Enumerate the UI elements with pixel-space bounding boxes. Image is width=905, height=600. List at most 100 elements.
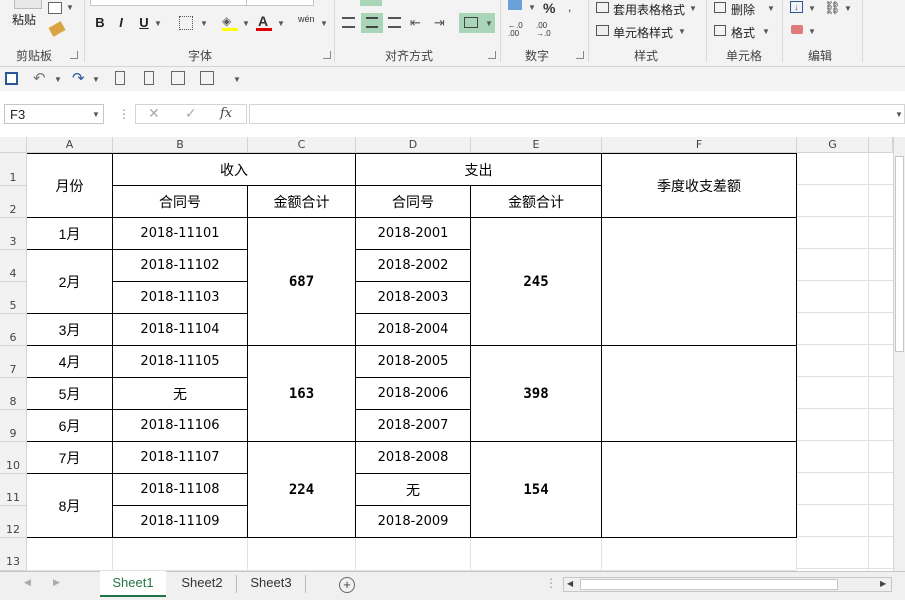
font-name-box[interactable] — [90, 0, 247, 6]
cell-e13[interactable] — [471, 538, 602, 571]
expense-contract-cell[interactable]: 2018-2007 — [356, 410, 471, 442]
clear-icon[interactable] — [791, 25, 803, 34]
row-header-10[interactable]: 10 — [0, 442, 27, 474]
underline-dropdown-icon[interactable]: ▼ — [154, 19, 162, 28]
row-header-11[interactable]: 11 — [0, 474, 27, 506]
italic-button[interactable]: I — [114, 14, 128, 32]
font-size-box[interactable] — [246, 0, 314, 6]
undo-icon[interactable]: ↶ — [33, 69, 46, 87]
alignment-launcher-icon[interactable] — [488, 51, 496, 59]
paste-button[interactable]: 粘贴 — [12, 11, 36, 28]
enter-icon[interactable]: ✓ — [185, 105, 197, 122]
name-box[interactable]: F3 — [4, 104, 104, 124]
expense-contract-cell[interactable]: 2018-2002 — [356, 250, 471, 282]
quarter-diff-header-cell[interactable]: 季度收支差额 — [602, 154, 797, 218]
expense-header-cell[interactable]: 支出 — [356, 154, 602, 186]
increase-indent-icon[interactable]: ⇥ — [434, 15, 445, 31]
column-header-e[interactable]: E — [471, 137, 602, 153]
quarter-diff-cell[interactable] — [602, 442, 797, 538]
redo-dropdown-icon[interactable]: ▼ — [92, 75, 100, 84]
row-header-4[interactable]: 4 — [0, 250, 27, 282]
cell-f13[interactable] — [602, 538, 797, 571]
cell-c13[interactable] — [248, 538, 356, 571]
cell-styles-dropdown-icon[interactable]: ▼ — [678, 27, 686, 36]
accounting-dropdown-icon[interactable]: ▼ — [528, 3, 536, 12]
print-preview-icon[interactable] — [171, 71, 185, 85]
add-sheet-icon[interactable]: + — [339, 577, 355, 593]
expand-formula-icon[interactable]: ▼ — [895, 110, 903, 119]
row-header-3[interactable]: 3 — [0, 218, 27, 250]
merge-dropdown-icon[interactable]: ▼ — [485, 19, 493, 28]
copy-dropdown-icon[interactable]: ▼ — [66, 3, 74, 12]
income-amount-header-cell[interactable]: 金额合计 — [248, 186, 356, 218]
month-header-cell[interactable]: 月份 — [27, 153, 113, 218]
increase-decimal-icon[interactable]: ←.0.00 — [508, 22, 523, 38]
row-header-8[interactable]: 8 — [0, 378, 27, 410]
row-header-2[interactable]: 2 — [0, 186, 27, 218]
cell-styles-icon[interactable] — [596, 25, 609, 36]
column-header-f[interactable]: F — [602, 137, 797, 153]
income-header-cell[interactable]: 收入 — [113, 154, 356, 186]
month-cell[interactable]: 8月 — [27, 474, 113, 538]
clipboard-launcher-icon[interactable] — [70, 51, 78, 59]
expense-amount-header-cell[interactable]: 金额合计 — [471, 186, 602, 218]
expense-total-cell[interactable]: 245 — [471, 218, 602, 346]
sort-descending-icon[interactable] — [144, 71, 154, 85]
undo-dropdown-icon[interactable]: ▼ — [54, 75, 62, 84]
font-color-icon[interactable]: A — [258, 13, 268, 29]
column-header-h[interactable] — [869, 137, 893, 153]
row-header-1[interactable]: 1 — [0, 153, 27, 186]
expense-contract-cell[interactable]: 2018-2001 — [356, 218, 471, 250]
quarter-diff-cell[interactable] — [602, 346, 797, 442]
cell-b13[interactable] — [113, 538, 248, 571]
income-contract-cell[interactable]: 2018-11107 — [113, 442, 248, 474]
border-dropdown-icon[interactable]: ▼ — [200, 19, 208, 28]
income-contract-cell[interactable]: 2018-11101 — [113, 218, 248, 250]
font-color-dropdown-icon[interactable]: ▼ — [277, 19, 285, 28]
select-all-corner[interactable] — [0, 137, 27, 153]
month-cell[interactable]: 1月 — [27, 218, 113, 250]
delete-button[interactable]: 删除 — [731, 1, 755, 18]
number-launcher-icon[interactable] — [576, 51, 584, 59]
cell-styles-button[interactable]: 单元格样式 — [613, 24, 673, 41]
expense-contract-cell[interactable]: 无 — [356, 474, 471, 506]
phonetic-dropdown-icon[interactable]: ▼ — [320, 19, 328, 28]
sort-ascending-icon[interactable] — [115, 71, 125, 85]
horizontal-scroll-thumb[interactable] — [580, 579, 838, 590]
format-cells-icon[interactable] — [714, 25, 726, 36]
column-header-d[interactable]: D — [356, 137, 471, 153]
scroll-left-icon[interactable]: ◀ — [567, 579, 573, 588]
column-header-g[interactable]: G — [797, 137, 869, 153]
expense-contract-cell[interactable]: 2018-2003 — [356, 282, 471, 314]
expense-total-cell[interactable]: 154 — [471, 442, 602, 538]
expense-contract-header-cell[interactable]: 合同号 — [356, 186, 471, 218]
align-right-icon[interactable] — [388, 17, 401, 28]
format-as-table-icon[interactable] — [596, 2, 609, 13]
bold-button[interactable]: B — [93, 14, 107, 32]
redo-icon[interactable]: ↷ — [72, 69, 85, 87]
find-dropdown-icon[interactable]: ▼ — [844, 4, 852, 13]
format-button[interactable]: 格式 — [731, 24, 755, 41]
month-cell[interactable]: 7月 — [27, 442, 113, 474]
income-contract-cell[interactable]: 2018-11106 — [113, 410, 248, 442]
delete-icon[interactable] — [714, 2, 726, 13]
income-contract-cell[interactable]: 2018-11103 — [113, 282, 248, 314]
income-contract-cell[interactable]: 2018-11108 — [113, 474, 248, 506]
cell-d13[interactable] — [356, 538, 471, 571]
column-header-b[interactable]: B — [113, 137, 248, 153]
copy-icon[interactable] — [48, 2, 62, 14]
expense-contract-cell[interactable]: 2018-2004 — [356, 314, 471, 346]
income-contract-cell[interactable]: 2018-11109 — [113, 506, 248, 538]
cell-a13[interactable] — [27, 538, 113, 571]
row-header-12[interactable]: 12 — [0, 506, 27, 538]
find-select-icon[interactable]: ⛓ — [824, 0, 841, 16]
border-icon[interactable] — [179, 16, 193, 30]
income-contract-cell[interactable]: 2018-11102 — [113, 250, 248, 282]
row-header-7[interactable]: 7 — [0, 346, 27, 378]
format-dropdown-icon[interactable]: ▼ — [762, 27, 770, 36]
paste-icon[interactable] — [14, 0, 42, 9]
empty-cells-region[interactable] — [797, 153, 893, 571]
customize-qat-icon[interactable]: ▼ — [233, 75, 241, 84]
income-contract-header-cell[interactable]: 合同号 — [113, 186, 248, 218]
expense-contract-cell[interactable]: 2018-2006 — [356, 378, 471, 410]
